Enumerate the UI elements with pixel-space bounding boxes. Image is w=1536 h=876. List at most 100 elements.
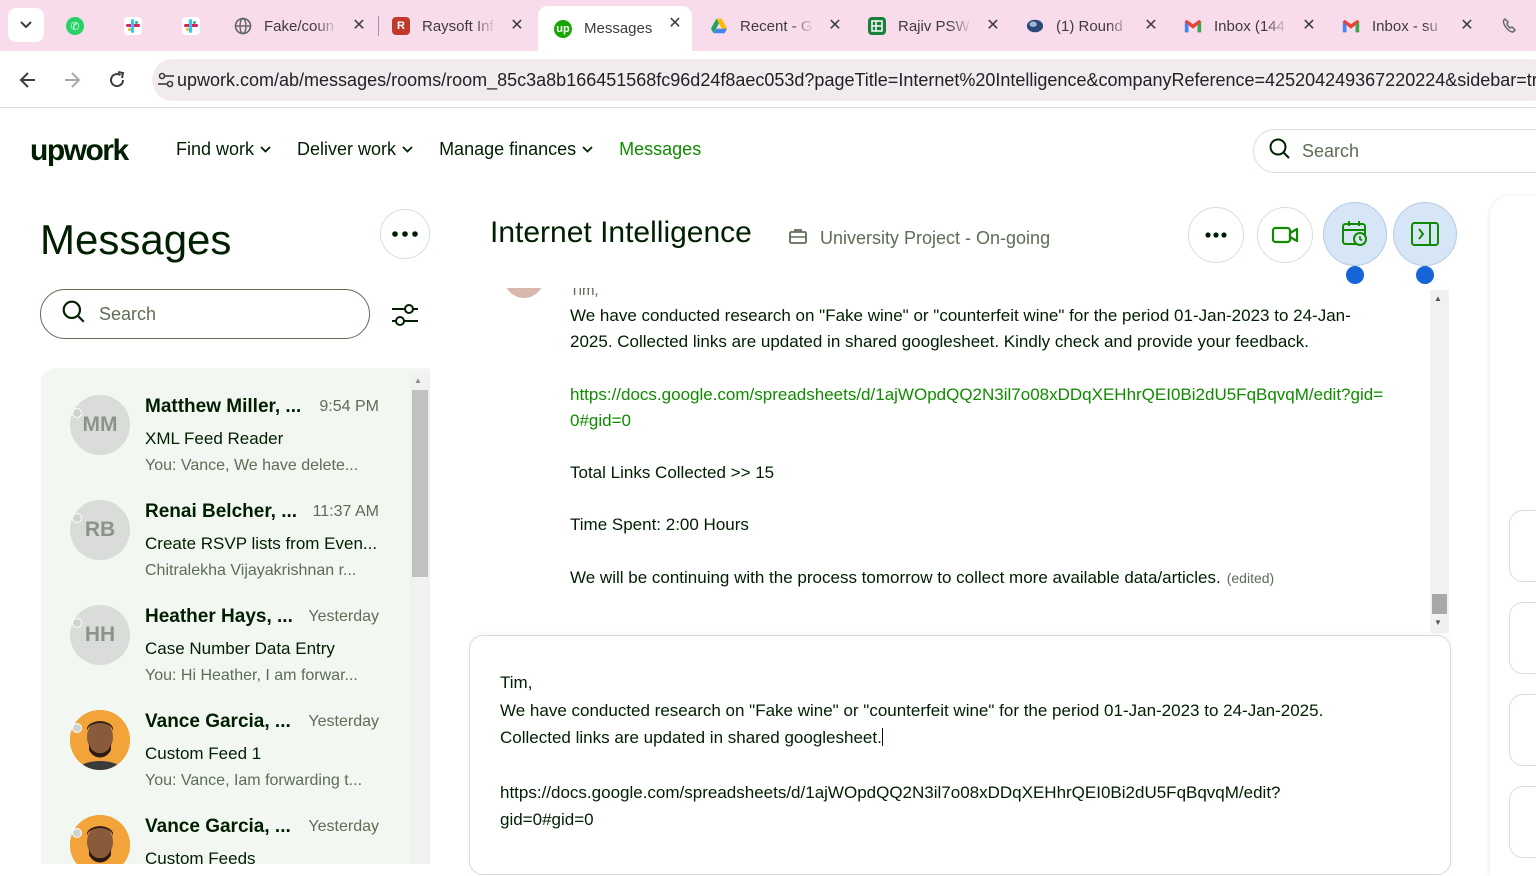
message-composer[interactable]: Tim, We have conducted research on "Fake… — [469, 635, 1451, 875]
tab-raysoft[interactable]: R Raysoft Inf ✕ — [376, 8, 534, 44]
close-icon[interactable]: ✕ — [1458, 17, 1476, 35]
address-bar-row: upwork.com/ab/messages/rooms/room_85c3a8… — [0, 51, 1536, 108]
chevron-down-icon — [20, 21, 32, 29]
status-dot — [72, 513, 82, 523]
toggle-sidebar-button[interactable] — [1393, 202, 1457, 266]
close-icon[interactable]: ✕ — [350, 17, 368, 35]
tab-inbox-1[interactable]: Inbox (144 ✕ — [1168, 8, 1326, 44]
messages-more-button[interactable] — [380, 209, 430, 259]
search-placeholder: Search — [1302, 140, 1360, 161]
nav-manage-finances[interactable]: Manage finances — [439, 139, 593, 160]
back-button[interactable] — [13, 65, 43, 95]
tab-label: (1) Round — [1056, 17, 1123, 35]
sidebar-action-button[interactable] — [1509, 694, 1536, 766]
composer-text[interactable]: Tim, We have conducted research on "Fake… — [500, 669, 1380, 834]
nav-deliver-work[interactable]: Deliver work — [297, 139, 413, 160]
project-label: University Project - On-going — [820, 228, 1051, 248]
sidebar-action-button[interactable] — [1509, 602, 1536, 674]
tab-recent-drive[interactable]: Recent - G ✕ — [694, 8, 852, 44]
tab-label: Rajiv PSW — [898, 17, 970, 35]
notification-dot — [1416, 266, 1434, 284]
whatsapp-icon: ✆ — [66, 17, 84, 35]
scroll-up-arrow-icon[interactable]: ▲ — [1434, 294, 1442, 303]
close-icon[interactable]: ✕ — [1142, 17, 1160, 35]
nav-messages[interactable]: Messages — [619, 139, 701, 160]
conversation-time: Yesterday — [308, 608, 379, 625]
sheets-icon — [868, 17, 886, 35]
tab-inbox-2[interactable]: Inbox - su ✕ — [1326, 8, 1484, 44]
briefcase-icon — [788, 227, 808, 250]
gmail-icon — [1184, 17, 1202, 35]
sidebar-action-button[interactable] — [1509, 510, 1536, 582]
upwork-logo[interactable]: upwork — [30, 134, 129, 168]
browser-tab-bar: ✆ Fake/coun ✕ R Raysoft Inf ✕ up Message… — [0, 0, 1536, 51]
conversation-subject: Create RSVP lists from Even... — [145, 534, 378, 553]
video-call-button[interactable] — [1257, 207, 1313, 263]
close-icon[interactable]: ✕ — [508, 17, 526, 35]
conversation-subject: Custom Feed 1 — [145, 744, 262, 763]
schedule-meeting-button[interactable] — [1323, 202, 1387, 266]
reload-button[interactable] — [102, 65, 132, 95]
header-search-input[interactable]: Search — [1253, 129, 1536, 173]
tab-fake-counterfeit[interactable]: Fake/coun ✕ — [218, 8, 376, 44]
forward-button[interactable] — [57, 65, 87, 95]
scroll-up-arrow-icon[interactable]: ▲ — [414, 376, 422, 385]
thread-more-button[interactable] — [1188, 207, 1244, 263]
composer-line: Collected links are updated in shared go… — [500, 728, 882, 747]
message-body: Tim, We have conducted research on "Fake… — [570, 288, 1390, 591]
sidebar-action-button[interactable] — [1509, 786, 1536, 858]
tab-label: Inbox (144 — [1214, 17, 1285, 35]
scrollbar-thumb[interactable] — [1432, 594, 1447, 614]
notification-dot — [1346, 266, 1364, 284]
tab-messages[interactable]: up Messages ✕ — [538, 6, 692, 51]
tab-roundcube[interactable]: (1) Round ✕ — [1010, 8, 1168, 44]
tab-search-button[interactable] — [8, 8, 44, 42]
conversation-item[interactable]: HH Heather Hays, ... Yesterday Case Numb… — [41, 578, 411, 684]
tab-partial[interactable] — [1484, 8, 1536, 44]
tab-slack-2[interactable] — [166, 8, 222, 44]
composer-greeting: Tim, — [500, 673, 533, 692]
calendar-clock-icon — [1342, 221, 1367, 246]
close-icon[interactable]: ✕ — [826, 17, 844, 35]
conversation-name: Vance Garcia, ... — [145, 816, 291, 837]
person-photo-icon — [70, 815, 130, 864]
tab-slack-1[interactable] — [108, 8, 164, 44]
back-arrow-icon — [19, 72, 35, 88]
conversation-item[interactable]: RB Renai Belcher, ... 11:37 AM Create RS… — [41, 473, 411, 579]
reload-icon — [110, 71, 125, 88]
conversation-item[interactable]: MM Matthew Miller, ... 9:54 PM XML Feed … — [41, 368, 411, 474]
roundcube-icon — [1026, 17, 1044, 35]
avatar: RB — [70, 500, 130, 560]
conversation-subject: Custom Feeds — [145, 849, 256, 864]
conversation-time: 11:37 AM — [312, 503, 379, 520]
conversation-item[interactable]: Vance Garcia, ... Yesterday Custom Feed … — [41, 683, 411, 789]
conversation-name: Heather Hays, ... — [145, 606, 293, 627]
conversation-list: MM Matthew Miller, ... 9:54 PM XML Feed … — [41, 368, 430, 864]
filter-button[interactable] — [388, 298, 422, 332]
scroll-down-arrow-icon[interactable]: ▼ — [1434, 618, 1442, 627]
nav-find-work[interactable]: Find work — [176, 139, 271, 160]
tab-rajiv-psw[interactable]: Rajiv PSW ✕ — [852, 8, 1010, 44]
conversation-time: Yesterday — [308, 818, 379, 835]
messages-search-input[interactable]: Search — [40, 289, 370, 339]
scrollbar-thumb[interactable] — [412, 390, 428, 577]
close-icon[interactable]: ✕ — [984, 17, 1002, 35]
drive-icon — [710, 17, 728, 35]
main-nav: Find work Deliver work Manage finances M… — [176, 139, 727, 160]
status-dot — [72, 723, 82, 733]
close-icon[interactable]: ✕ — [1300, 17, 1318, 35]
message-closing-line: We will be continuing with the process t… — [570, 565, 1390, 591]
conversation-item[interactable]: Vance Garcia, ... Yesterday Custom Feeds — [41, 788, 411, 864]
conversation-time: 9:54 PM — [319, 398, 379, 415]
tab-whatsapp[interactable]: ✆ — [50, 8, 106, 44]
text-caret — [881, 728, 883, 746]
url-field[interactable]: upwork.com/ab/messages/rooms/room_85c3a8… — [152, 59, 1536, 101]
site-info-icon[interactable] — [156, 71, 176, 89]
close-icon[interactable]: ✕ — [666, 15, 684, 33]
message-link[interactable]: https://docs.google.com/spreadsheets/d/1… — [570, 382, 1390, 435]
sender-avatar — [504, 288, 544, 298]
composer-link-line: gid=0#gid=0 — [500, 810, 594, 829]
thread-scrollbar[interactable] — [1430, 290, 1449, 633]
thread-project[interactable]: University Project - On-going — [788, 227, 1050, 250]
